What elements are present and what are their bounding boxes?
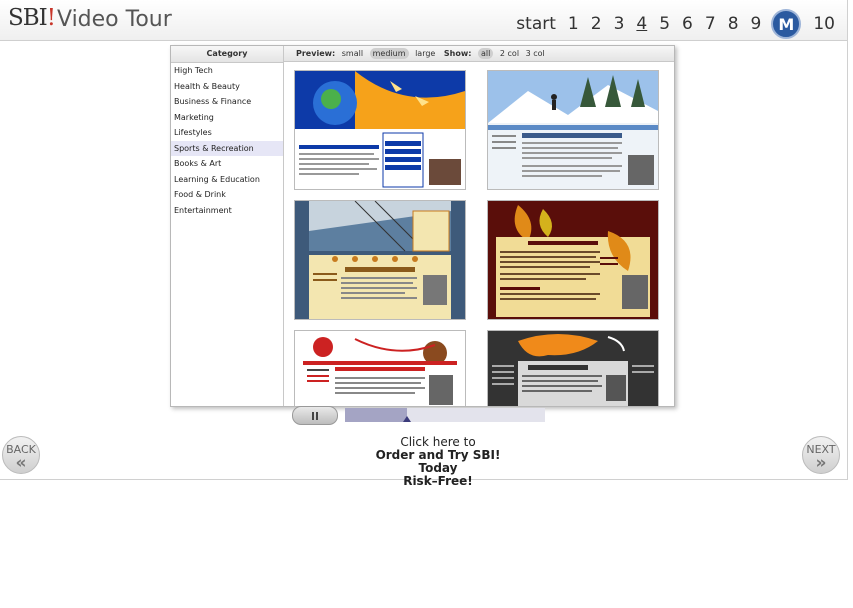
template-preview-graphic [295,331,465,406]
next-button[interactable]: NEXT » [802,436,840,474]
cta-line-2: Order and Try SBI! Today [375,448,501,475]
category-header: Category [171,46,283,63]
nav-start[interactable]: start [516,14,556,34]
thumbnail-grid [284,63,674,406]
template-preview-graphic [295,71,465,189]
category-item-entertainment[interactable]: Entertainment [171,203,283,219]
template-thumbnail[interactable] [294,70,466,190]
category-item-lifestyles[interactable]: Lifestyles [171,125,283,141]
category-item-health-beauty[interactable]: Health & Beauty [171,79,283,95]
category-item-high-tech[interactable]: High Tech [171,63,283,79]
page-title: Video Tour [57,7,172,32]
category-item-business-finance[interactable]: Business & Finance [171,94,283,110]
nav-step-10[interactable]: 10 [813,14,835,34]
template-preview-graphic [488,201,658,319]
template-preview-graphic [488,331,658,406]
nav-step-6[interactable]: 6 [682,14,693,34]
template-thumbnail[interactable] [487,330,659,406]
pause-button[interactable] [292,406,338,425]
progress-track[interactable] [345,408,545,422]
preview-label: Preview: [296,49,336,58]
playback-controls [292,406,545,425]
nav-step-2[interactable]: 2 [591,14,602,34]
preview-size-medium[interactable]: medium [369,48,409,59]
template-thumbnail[interactable] [487,200,659,320]
nav-step-9[interactable]: 9 [751,14,762,34]
logo-bang: ! [46,5,56,31]
template-browser-panel: Category High Tech Health & Beauty Busin… [170,45,675,407]
pause-icon [312,411,318,420]
template-thumbnail[interactable] [294,200,466,320]
progress-knob[interactable] [403,416,411,422]
category-item-marketing[interactable]: Marketing [171,110,283,126]
category-item-sports-recreation[interactable]: Sports & Recreation [171,140,283,156]
chevron-left-icon: « [15,453,27,473]
logo-text: SBI [8,5,48,31]
category-item-learning-education[interactable]: Learning & Education [171,172,283,188]
nav-step-7[interactable]: 7 [705,14,716,34]
back-button[interactable]: BACK « [2,436,40,474]
tour-frame: SBI! Video Tour start 1 2 3 4 5 6 7 8 9 … [0,0,848,488]
category-item-books-art[interactable]: Books & Art [171,156,283,172]
preview-size-large[interactable]: large [415,49,435,58]
show-option-3col[interactable]: 3 col [526,49,545,58]
template-preview-graphic [488,71,658,189]
nav-step-8[interactable]: 8 [728,14,739,34]
template-thumbnail[interactable] [487,70,659,190]
chevron-right-icon: » [815,453,827,473]
show-option-all[interactable]: all [477,48,494,59]
step-nav: start 1 2 3 4 5 6 7 8 9 M 10 [504,9,835,39]
cta-line-3: Risk–Free! [403,474,473,488]
category-sidebar: Category High Tech Health & Beauty Busin… [171,46,284,406]
category-item-food-drink[interactable]: Food & Drink [171,187,283,203]
show-option-2col[interactable]: 2 col [500,49,519,58]
nav-step-1[interactable]: 1 [568,14,579,34]
preview-controls: Preview: small medium large Show: all 2 … [284,46,674,62]
header-bar: SBI! Video Tour start 1 2 3 4 5 6 7 8 9 … [0,0,847,41]
show-label: Show: [443,49,472,58]
template-preview-graphic [295,201,465,319]
sbi-logo: SBI! [8,5,56,31]
preview-size-small[interactable]: small [342,49,363,58]
nav-step-5[interactable]: 5 [659,14,670,34]
progress-fill [345,408,407,422]
template-thumbnail[interactable] [294,330,466,406]
order-link[interactable]: Click here to Order and Try SBI! Today R… [360,436,516,488]
nav-step-3[interactable]: 3 [614,14,625,34]
nav-step-4[interactable]: 4 [636,14,647,34]
nav-step-m-badge[interactable]: M [771,9,802,39]
